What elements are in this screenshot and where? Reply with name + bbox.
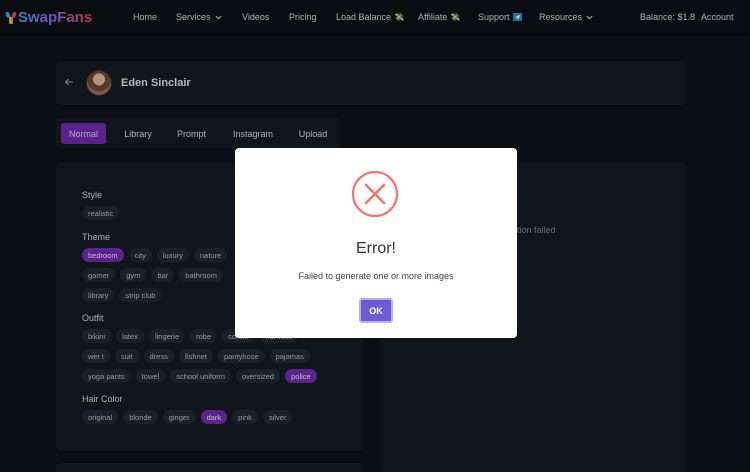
error-dialog: Error! Failed to generate one or more im… xyxy=(235,148,517,338)
dialog-title: Error! xyxy=(356,240,396,257)
dialog-message: Failed to generate one or more images xyxy=(298,271,454,281)
ok-button[interactable]: OK xyxy=(359,298,393,323)
error-x-icon xyxy=(351,170,399,218)
